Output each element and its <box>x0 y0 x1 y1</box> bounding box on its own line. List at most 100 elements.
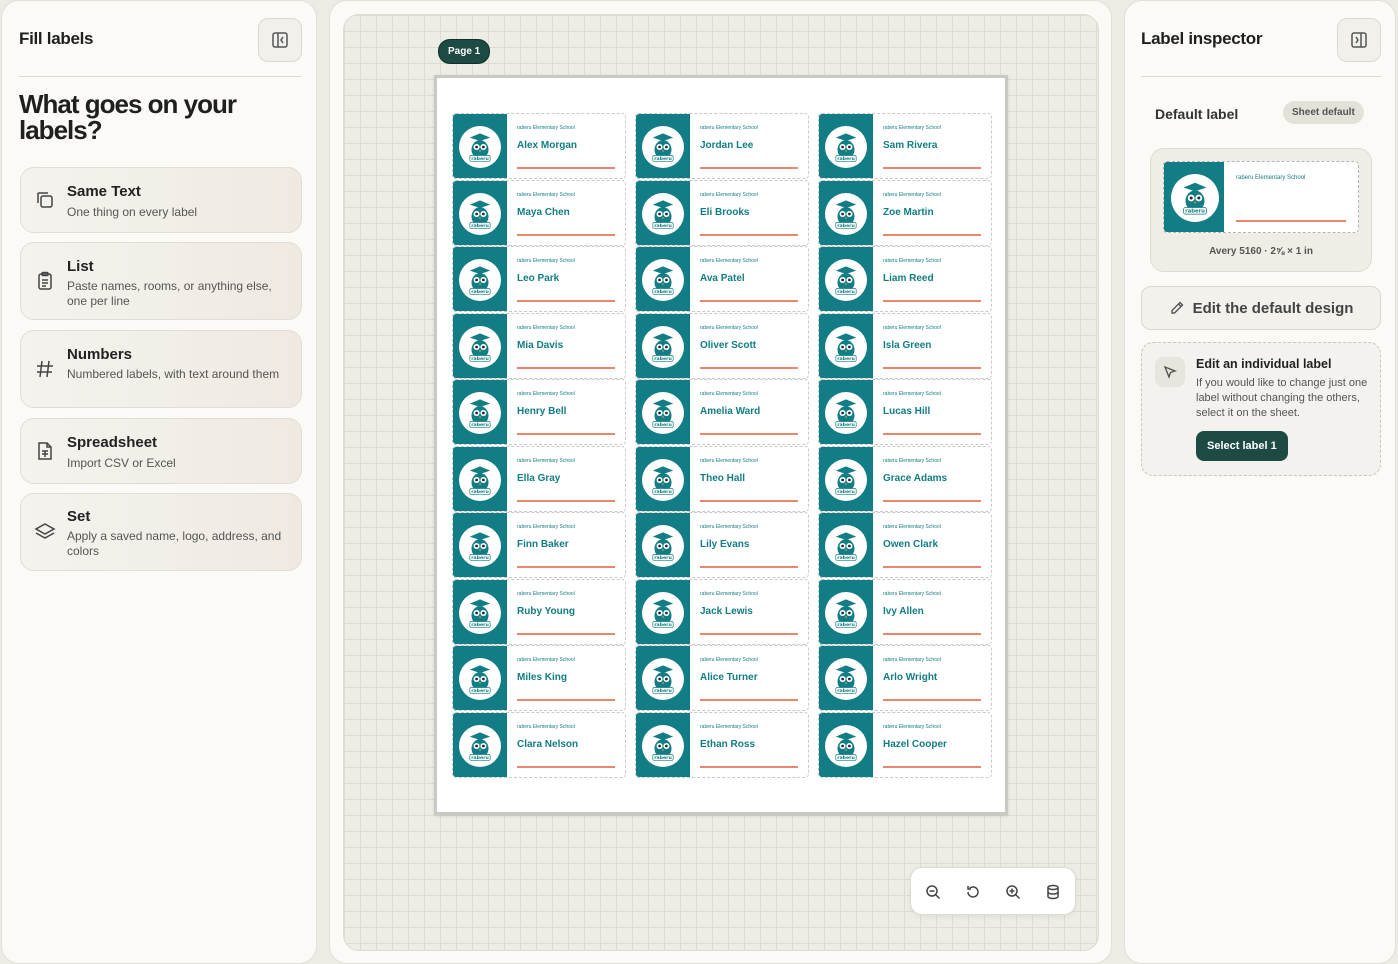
label-school-name: raberu Elementary School <box>700 657 758 663</box>
sheet-label[interactable]: raberu raberu Elementary School Miles King <box>452 645 626 711</box>
sheet-label[interactable]: raberu raberu Elementary School Arlo Wrigh… <box>818 645 992 711</box>
sheet-label[interactable]: raberu raberu Elementary School Ava Patel <box>635 246 809 312</box>
sheet-label[interactable]: raberu raberu Elementary School Hazel Coop… <box>818 711 992 778</box>
name-underline <box>700 632 798 635</box>
sheet-label[interactable]: raberu raberu Elementary School Owen Clark <box>818 512 992 578</box>
logo-wordmark: raberu <box>471 489 489 495</box>
individual-label-description: If you would like to change just one lab… <box>1196 377 1368 419</box>
owl-logo-icon: raberu <box>642 658 684 700</box>
hash-icon <box>37 360 53 378</box>
option-title: Set <box>67 508 91 525</box>
sidebar-expand-icon <box>1351 32 1367 48</box>
sheet-label[interactable]: raberu raberu Elementary School Eli Brooks <box>635 179 809 246</box>
label-student-name: Finn Baker <box>517 539 569 550</box>
collapse-right-panel-button[interactable] <box>1337 18 1381 62</box>
name-underline <box>883 699 981 701</box>
reset-zoom-button[interactable] <box>961 880 985 904</box>
sheet-label[interactable]: raberu raberu Elementary School Ella Gray <box>452 445 626 512</box>
logo-wordmark: raberu <box>837 156 855 162</box>
label-student-name: Liam Reed <box>883 273 934 284</box>
sheet-label[interactable]: raberu raberu Elementary School Sam Rivera <box>818 113 992 179</box>
sheet-label[interactable]: raberu raberu Elementary School Leo Park <box>452 246 626 312</box>
sheet-label[interactable]: raberu raberu Elementary School Alex Morga… <box>452 113 626 179</box>
label-student-name: Theo Hall <box>700 472 746 484</box>
owl-logo-icon: raberu <box>459 724 501 767</box>
sheet-label[interactable]: raberu raberu Elementary School Grace Adam… <box>818 445 992 512</box>
logo-wordmark: raberu <box>654 289 672 295</box>
sheet-canvas[interactable]: Page 1 raberu raberu Elementary School Ale… <box>343 14 1099 951</box>
option-same-text[interactable]: Same Text One thing on every label <box>20 167 302 233</box>
name-underline <box>883 499 981 502</box>
sidebar-collapse-icon <box>272 32 288 48</box>
reset-icon <box>967 886 979 898</box>
edit-default-design-button[interactable]: Edit the default design <box>1141 286 1381 330</box>
sheet-label[interactable]: raberu raberu Elementary School Theo Hall <box>635 445 809 512</box>
page-badge[interactable]: Page 1 <box>438 39 491 64</box>
name-underline <box>700 765 798 768</box>
sheet-label[interactable]: raberu raberu Elementary School Zoe Martin <box>818 179 992 246</box>
option-numbers[interactable]: Numbers Numbered labels, with text aroun… <box>20 330 302 408</box>
sheet-label[interactable]: raberu raberu Elementary School Lily Evans <box>635 512 809 578</box>
logo-wordmark: raberu <box>654 223 672 229</box>
label-format-caption: Avery 5160 · 2⅝ × 1 in <box>1209 246 1313 257</box>
collapse-left-panel-button[interactable] <box>258 18 302 62</box>
name-underline <box>883 433 981 435</box>
logo-wordmark: raberu <box>654 489 672 495</box>
sheet-label[interactable]: raberu raberu Elementary School Amelia War… <box>635 379 809 445</box>
sheet-label[interactable]: raberu raberu Elementary School Isla Green <box>818 312 992 379</box>
option-list[interactable]: List Paste names, rooms, or anything els… <box>20 242 302 320</box>
logo-wordmark: raberu <box>837 755 855 761</box>
sheet-label[interactable]: raberu raberu Elementary School Ivy Allen <box>818 578 992 645</box>
sheet-label[interactable]: raberu raberu Elementary School Jordan Lee <box>635 113 809 179</box>
logo-wordmark: raberu <box>471 422 489 428</box>
logo-wordmark: raberu <box>837 223 855 229</box>
label-school-name: raberu Elementary School <box>883 191 941 198</box>
zoom-out-button[interactable] <box>921 880 945 904</box>
sheet-label[interactable]: raberu raberu Elementary School Liam Reed <box>818 246 992 312</box>
edit-default-label: Edit the default design <box>1192 299 1354 317</box>
owl-logo-icon: raberu <box>642 392 684 434</box>
option-set[interactable]: Set Apply a saved name, logo, address, a… <box>20 493 302 571</box>
zoom-in-button[interactable] <box>1001 880 1025 904</box>
owl-logo-icon: raberu <box>825 392 867 434</box>
data-source-button[interactable] <box>1041 880 1065 904</box>
label-student-name: Ella Gray <box>517 472 561 484</box>
sheet-label[interactable]: raberu raberu Elementary School Henry Bell <box>452 379 626 445</box>
name-underline <box>883 300 981 302</box>
label-school-name: raberu Elementary School <box>883 125 941 131</box>
name-underline <box>517 566 615 568</box>
owl-logo-icon: raberu <box>459 259 501 301</box>
logo-wordmark: raberu <box>471 356 489 362</box>
sheet-label[interactable]: raberu raberu Elementary School Oliver Sco… <box>635 312 809 379</box>
select-label-button[interactable]: Select label 1 <box>1196 431 1288 461</box>
logo-wordmark: raberu <box>654 555 672 561</box>
name-underline <box>517 167 615 169</box>
label-school-name: raberu Elementary School <box>517 723 575 730</box>
sheet-label[interactable]: raberu raberu Elementary School Finn Baker <box>452 512 626 578</box>
sheet-label[interactable]: raberu raberu Elementary School Alice Turn… <box>635 645 809 711</box>
option-title: Spreadsheet <box>67 434 158 451</box>
label-school-name: raberu Elementary School <box>883 723 941 730</box>
sheet-label[interactable]: raberu raberu Elementary School Ethan Ross <box>635 711 809 778</box>
sheet-label[interactable]: raberu raberu Elementary School Mia Davis <box>452 312 626 379</box>
sheet-label[interactable]: raberu raberu Elementary School Jack Lewis <box>635 578 809 645</box>
sheet-label[interactable]: raberu raberu Elementary School Ruby Young <box>452 578 626 645</box>
option-spreadsheet[interactable]: Spreadsheet Import CSV or Excel <box>20 418 302 484</box>
sheet-label[interactable]: raberu raberu Elementary School Maya Chen <box>452 179 626 246</box>
default-label-title: Default label <box>1155 106 1239 122</box>
owl-logo-icon: raberu <box>825 259 867 301</box>
name-underline <box>1236 220 1346 222</box>
owl-logo-icon: raberu <box>825 325 867 368</box>
label-student-name: Sam Rivera <box>883 140 938 151</box>
sheet-label[interactable]: raberu raberu Elementary School Clara Nels… <box>452 711 626 778</box>
label-student-name: Owen Clark <box>883 539 939 550</box>
name-underline <box>517 233 615 236</box>
logo-wordmark: raberu <box>471 755 489 761</box>
copy-icon <box>37 192 53 208</box>
label-student-name: Mia Davis <box>517 339 564 351</box>
owl-logo-icon: raberu <box>642 525 684 567</box>
name-underline <box>883 765 981 768</box>
sheet-label[interactable]: raberu raberu Elementary School Lucas Hill <box>818 379 992 445</box>
logo-wordmark: raberu <box>837 422 855 428</box>
label-school-name: raberu Elementary School <box>700 258 758 264</box>
